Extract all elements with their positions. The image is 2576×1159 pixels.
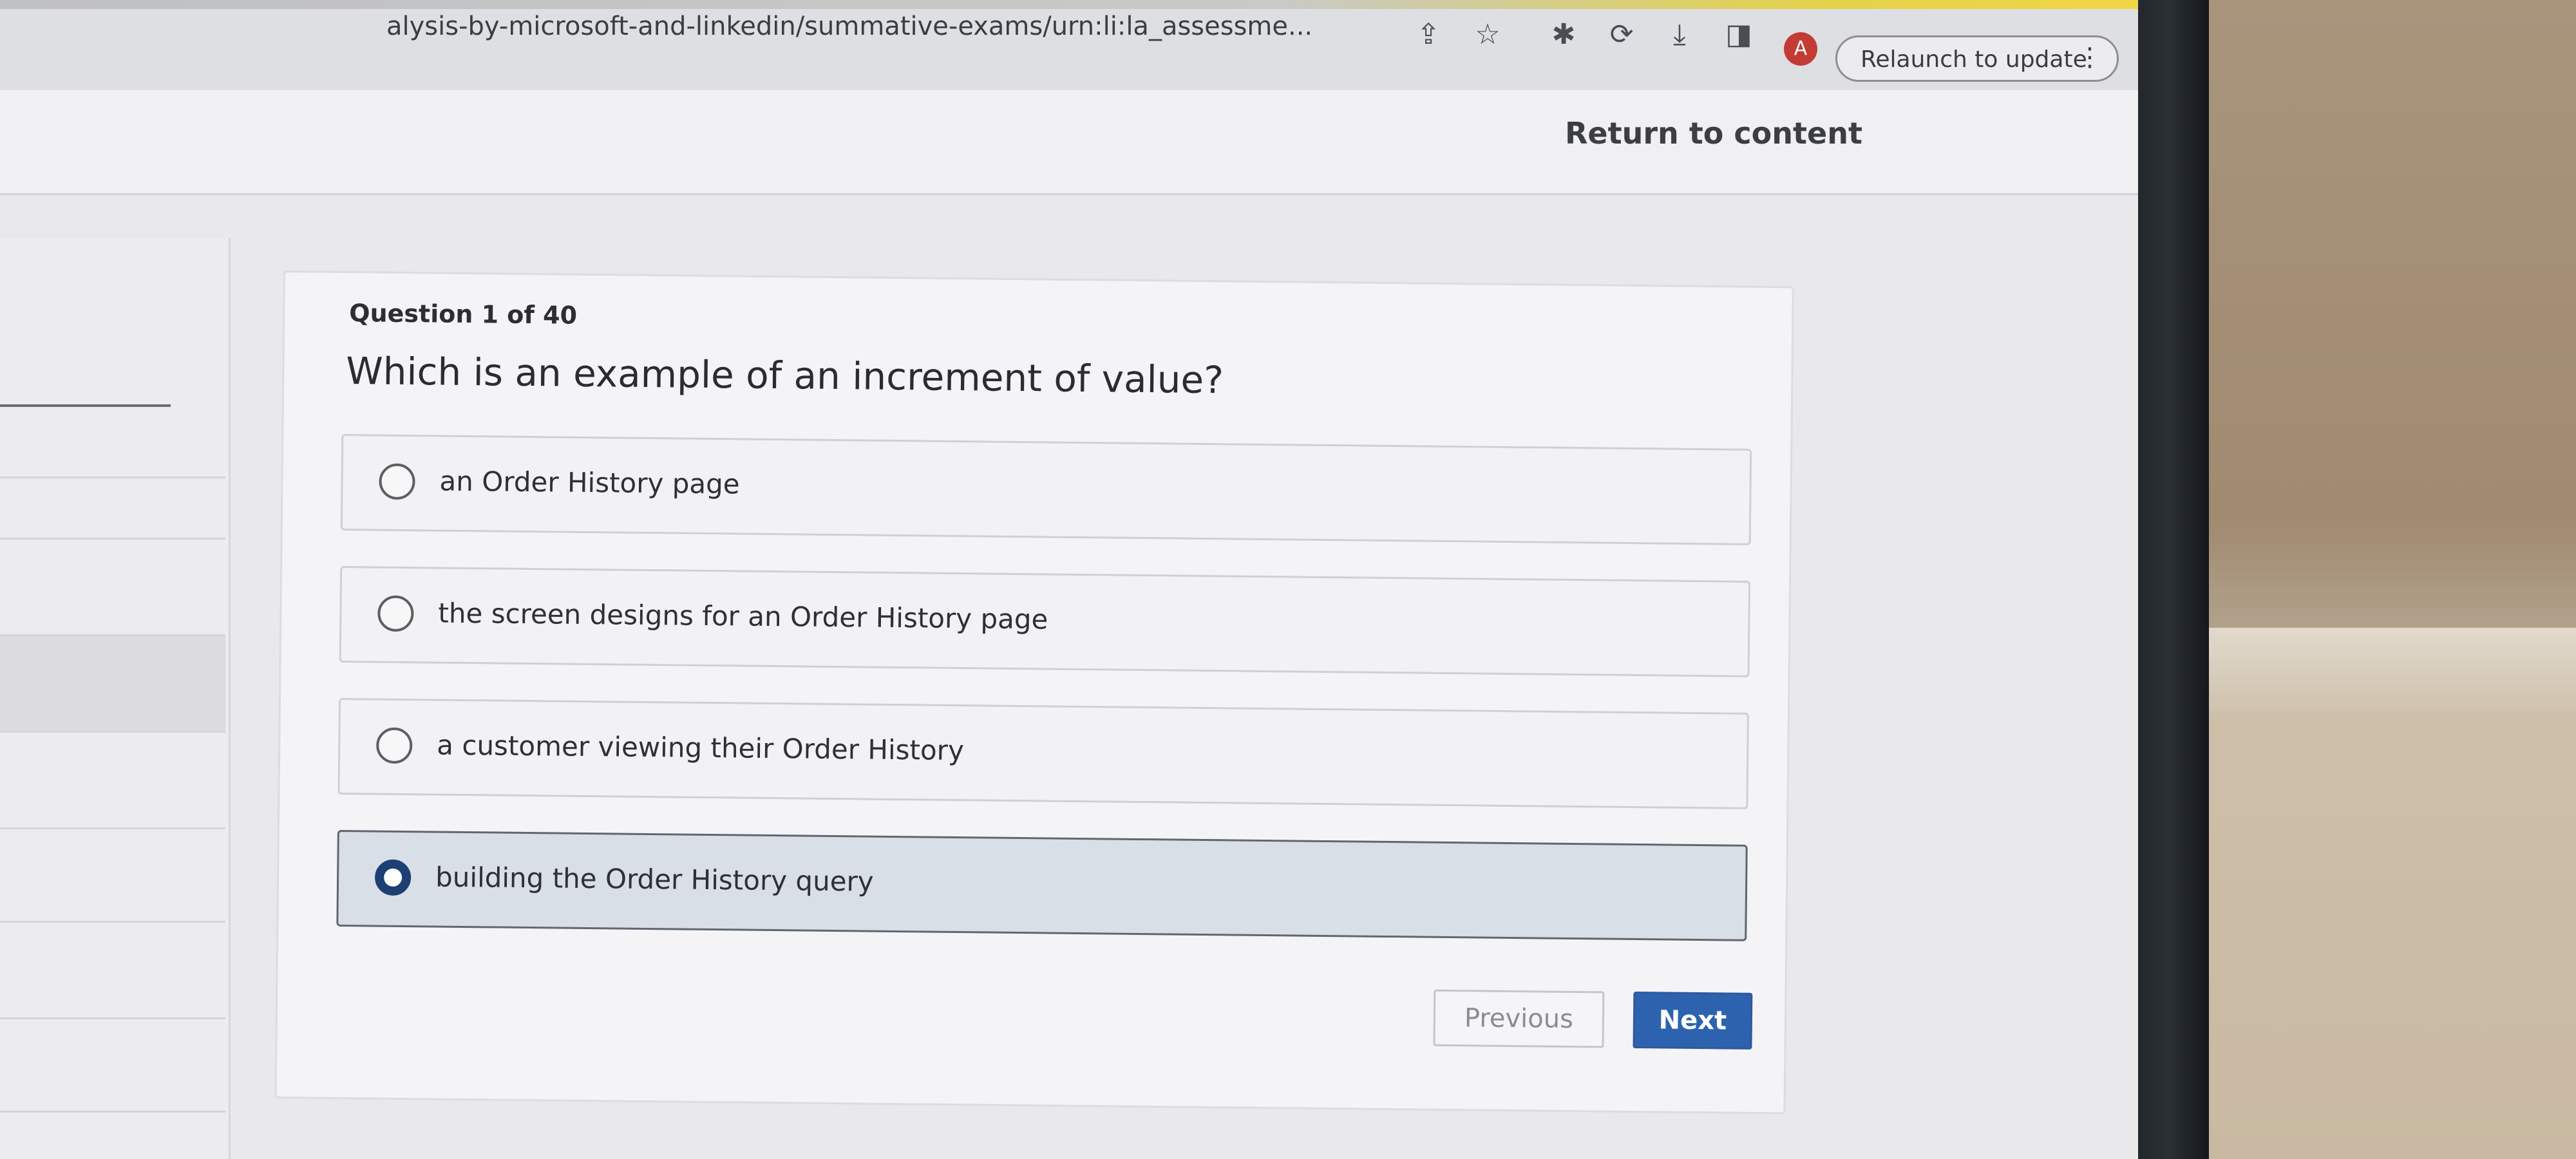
question-counter: Question 1 of 40 bbox=[349, 299, 578, 330]
radio-button[interactable] bbox=[377, 595, 414, 632]
sidebar-divider bbox=[0, 921, 225, 923]
answer-option-4[interactable]: building the Order History query bbox=[336, 829, 1748, 941]
sidebar-divider bbox=[0, 538, 225, 540]
answer-option-1[interactable]: an Order History page bbox=[340, 433, 1752, 545]
background-shelf bbox=[2202, 628, 2576, 711]
answer-label: a customer viewing their Order History bbox=[437, 729, 965, 767]
previous-button[interactable]: Previous bbox=[1433, 989, 1605, 1048]
answer-label: an Order History page bbox=[439, 465, 740, 500]
tab-strip bbox=[0, 0, 2138, 9]
sidebar bbox=[0, 238, 231, 1159]
sidebar-divider bbox=[0, 1111, 225, 1113]
sync-icon[interactable]: ⟳ bbox=[1604, 17, 1640, 53]
sidebar-divider bbox=[0, 731, 225, 733]
sidebar-divider bbox=[0, 1017, 225, 1019]
download-icon[interactable]: ⤓ bbox=[1662, 17, 1698, 53]
answer-option-3[interactable]: a customer viewing their Order History bbox=[337, 697, 1749, 809]
question-text: Which is an example of an increment of v… bbox=[346, 349, 1224, 402]
answer-label: building the Order History query bbox=[435, 861, 874, 898]
sidepanel-icon[interactable]: ◨ bbox=[1721, 17, 1757, 53]
share-icon[interactable]: ⇪ bbox=[1410, 17, 1446, 53]
sidebar-divider bbox=[0, 404, 171, 407]
star-icon[interactable]: ☆ bbox=[1470, 17, 1506, 53]
radio-button[interactable] bbox=[375, 727, 413, 764]
extensions-icon[interactable]: ✱ bbox=[1546, 17, 1582, 53]
radio-button[interactable] bbox=[379, 463, 415, 500]
return-to-content-link[interactable]: Return to content bbox=[1565, 116, 1862, 151]
sidebar-divider bbox=[0, 476, 225, 478]
relaunch-label: Relaunch to update bbox=[1861, 46, 2087, 73]
browser-toolbar: alysis-by-microsoft-and-linkedin/summati… bbox=[0, 0, 2138, 91]
sidebar-divider bbox=[0, 634, 225, 636]
browser-window: alysis-by-microsoft-and-linkedin/summati… bbox=[0, 0, 2138, 1159]
profile-avatar[interactable]: A bbox=[1784, 32, 1817, 66]
more-menu-icon[interactable]: ⋮ bbox=[2077, 42, 2103, 72]
next-button[interactable]: Next bbox=[1633, 992, 1753, 1050]
sidebar-divider bbox=[0, 827, 225, 829]
answer-option-2[interactable]: the screen designs for an Order History … bbox=[339, 565, 1751, 677]
sidebar-item-active[interactable] bbox=[0, 634, 225, 731]
answer-label: the screen designs for an Order History … bbox=[438, 597, 1048, 636]
app-header: Return to content bbox=[0, 90, 2138, 195]
question-card: Question 1 of 40 Which is an example of … bbox=[274, 270, 1794, 1115]
relaunch-button[interactable]: Relaunch to update ⋮ bbox=[1835, 35, 2119, 82]
address-bar[interactable]: alysis-by-microsoft-and-linkedin/summati… bbox=[386, 12, 1312, 41]
radio-button-selected[interactable] bbox=[374, 859, 412, 896]
